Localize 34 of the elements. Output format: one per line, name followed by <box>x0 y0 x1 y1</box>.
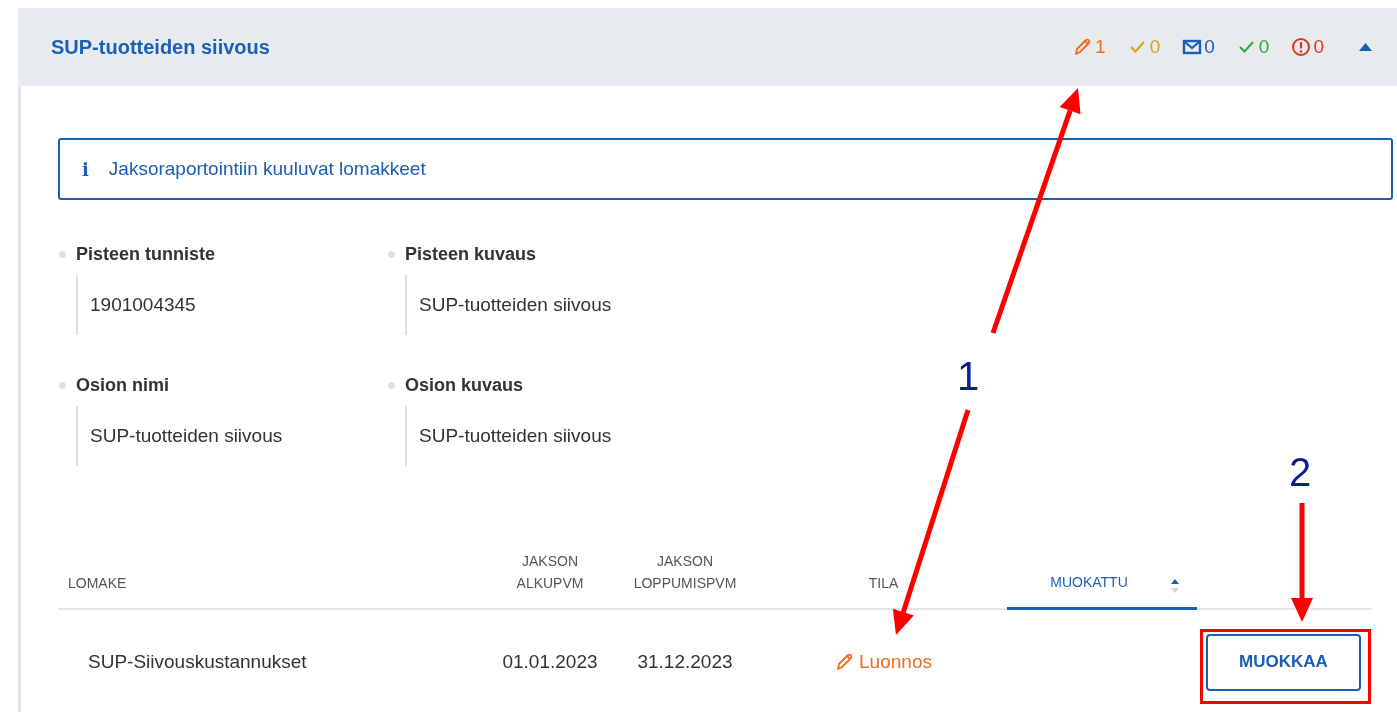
status-count: 0 <box>1149 36 1161 58</box>
column-header[interactable]: LOMAKE <box>58 542 490 608</box>
field-value: 1901004345 <box>76 275 387 335</box>
status-count: 0 <box>1258 36 1270 58</box>
status-count: 0 <box>1313 36 1324 58</box>
bullet-icon <box>388 251 395 258</box>
column-header[interactable]: JAKSON LOPPUMISPVM <box>610 542 760 608</box>
callout-number: 2 <box>1288 450 1312 494</box>
field-label: Osion nimi <box>76 375 169 396</box>
table-cell-text: SUP-Siivouskustannukset <box>87 651 308 673</box>
column-header[interactable]: JAKSON ALKUPVM <box>490 542 610 608</box>
field-label: Osion kuvaus <box>405 375 524 396</box>
column-header[interactable]: TILA <box>760 542 1007 608</box>
status-count: 1 <box>1095 36 1106 58</box>
bullet-icon <box>388 382 395 389</box>
field-label: Pisteen kuvaus <box>405 244 537 265</box>
info-icon: i <box>82 158 89 180</box>
field-value: SUP-tuotteiden siivous <box>405 406 716 466</box>
table-cell-text: 31.12.2023 <box>636 651 734 673</box>
panel-title: SUP-tuotteiden siivous <box>51 35 270 59</box>
field-label: Pisteen tunniste <box>76 244 216 265</box>
bullet-icon <box>59 382 66 389</box>
triangle-up-icon <box>1358 40 1373 54</box>
sorted-column-header[interactable]: MUOKATTU <box>1007 542 1197 610</box>
field-value: SUP-tuotteiden siivous <box>76 406 387 466</box>
status-label: Luonnos <box>859 651 932 673</box>
info-text: Jaksoraportointiin kuuluvat lomakkeet <box>108 158 426 180</box>
bullet-icon <box>59 251 66 258</box>
sort-icon <box>1171 579 1179 593</box>
callout-number: 1 <box>956 354 980 398</box>
field-value: SUP-tuotteiden siivous <box>405 275 716 335</box>
table-cell-text: 01.01.2023 <box>501 651 599 673</box>
status-count: 0 <box>1204 36 1215 58</box>
edit-button[interactable]: MUOKKAA <box>1206 633 1361 691</box>
